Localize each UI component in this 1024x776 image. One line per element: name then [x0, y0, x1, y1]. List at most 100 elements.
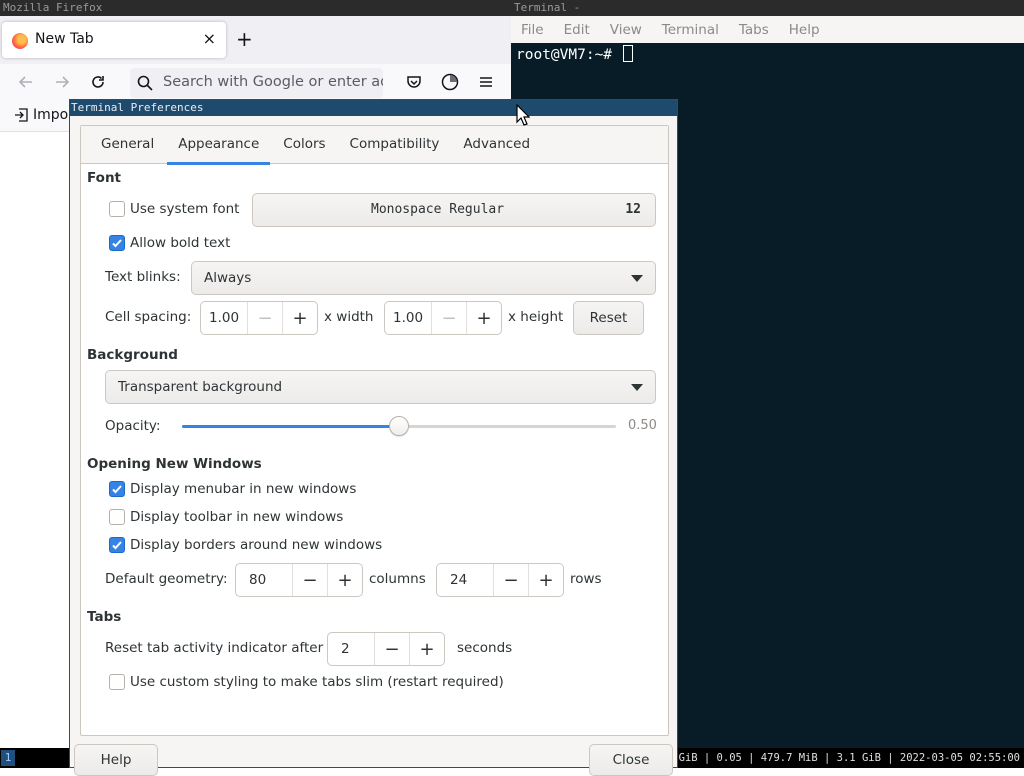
display-toolbar-checkbox[interactable]: Display toolbar in new windows: [109, 509, 343, 525]
mouse-pointer-icon: [516, 103, 531, 130]
close-button[interactable]: Close: [589, 744, 673, 776]
firefox-titlebar: Mozilla Firefox: [0, 0, 511, 16]
search-icon: [137, 75, 153, 95]
menu-file[interactable]: File: [521, 22, 544, 38]
prompt-text: root@VM7:~#: [516, 47, 621, 63]
text-blinks-combo[interactable]: Always: [191, 261, 656, 295]
menu-hamburger-icon[interactable]: [474, 70, 498, 94]
allow-bold-label: Allow bold text: [130, 235, 231, 251]
use-system-font-label: Use system font: [130, 201, 240, 217]
help-button[interactable]: Help: [74, 744, 158, 776]
opacity-slider-handle[interactable]: [389, 416, 409, 436]
checkbox-box: [109, 235, 125, 251]
forward-arrow-icon[interactable]: [50, 70, 74, 94]
font-name: Monospace Regular: [371, 202, 505, 217]
firefox-tabstrip: New Tab × +: [0, 16, 511, 64]
background-section-title: Background: [87, 347, 178, 363]
display-menubar-checkbox[interactable]: Display menubar in new windows: [109, 481, 356, 497]
reset-spacing-button[interactable]: Reset: [573, 301, 644, 335]
minus-icon[interactable]: −: [431, 302, 466, 334]
terminal-menubar: File Edit View Terminal Tabs Help: [511, 16, 1024, 43]
opacity-slider-fill: [182, 425, 399, 428]
menu-terminal[interactable]: Terminal: [662, 22, 719, 38]
plus-icon[interactable]: +: [409, 633, 444, 665]
tab-advanced[interactable]: Advanced: [452, 126, 541, 164]
menu-help[interactable]: Help: [789, 22, 820, 38]
reload-icon[interactable]: [86, 70, 110, 94]
display-borders-label: Display borders around new windows: [130, 537, 383, 553]
text-blinks-value: Always: [204, 270, 252, 286]
tab-general[interactable]: General: [90, 126, 165, 164]
columns-value[interactable]: 80: [236, 564, 292, 596]
cell-width-value[interactable]: 1.00: [201, 302, 247, 334]
checkbox-box: [109, 481, 125, 497]
checkbox-box: [109, 537, 125, 553]
import-icon: [15, 108, 28, 122]
minus-icon[interactable]: −: [292, 564, 327, 596]
slim-tabs-label: Use custom styling to make tabs slim (re…: [130, 674, 504, 690]
activity-seconds-spin[interactable]: 2 − +: [327, 632, 445, 666]
slim-tabs-checkbox[interactable]: Use custom styling to make tabs slim (re…: [109, 674, 504, 690]
columns-unit-label: columns: [369, 571, 426, 587]
plus-icon[interactable]: +: [327, 564, 362, 596]
display-menubar-label: Display menubar in new windows: [130, 481, 357, 497]
width-unit-label: x width: [324, 309, 374, 325]
terminal-titlebar: Terminal -: [511, 0, 1024, 16]
plus-icon[interactable]: +: [528, 564, 563, 596]
default-geometry-label: Default geometry:: [105, 571, 228, 587]
opacity-value: 0.50: [628, 418, 657, 433]
checkbox-box: [109, 509, 125, 525]
font-size: 12: [625, 202, 641, 217]
minus-icon[interactable]: −: [374, 633, 409, 665]
reset-activity-label: Reset tab activity indicator after: [105, 640, 324, 656]
tab-colors[interactable]: Colors: [272, 126, 336, 164]
dialog-titlebar[interactable]: Terminal Preferences: [70, 100, 677, 116]
check-icon: [112, 485, 122, 494]
system-status-text: 3.5 GiB | 0.05 | 479.7 MiB | 3.1 GiB | 2…: [653, 752, 1020, 764]
back-arrow-icon[interactable]: [14, 70, 38, 94]
menu-tabs[interactable]: Tabs: [739, 22, 769, 38]
cell-height-spin[interactable]: 1.00 − +: [384, 301, 502, 335]
plus-icon[interactable]: +: [282, 302, 317, 334]
checkbox-box: [109, 201, 125, 217]
display-borders-checkbox[interactable]: Display borders around new windows: [109, 537, 382, 553]
terminal-cursor: [622, 45, 633, 62]
menu-edit[interactable]: Edit: [564, 22, 590, 38]
font-chooser-button[interactable]: Monospace Regular 12: [252, 193, 656, 227]
preferences-dialog: Terminal Preferences General Appearance …: [69, 99, 678, 776]
tab-title: New Tab: [35, 31, 94, 47]
background-mode-combo[interactable]: Transparent background: [105, 370, 656, 404]
cell-width-spin[interactable]: 1.00 − +: [200, 301, 318, 335]
new-windows-section-title: Opening New Windows: [87, 456, 262, 472]
rows-unit-label: rows: [570, 571, 602, 587]
minus-icon[interactable]: −: [247, 302, 282, 334]
check-icon: [112, 239, 122, 248]
columns-spin[interactable]: 80 − +: [235, 563, 363, 597]
pocket-icon[interactable]: [402, 70, 426, 94]
dialog-notebook: General Appearance Colors Compatibility …: [80, 125, 669, 736]
display-toolbar-label: Display toolbar in new windows: [130, 509, 344, 525]
url-bar[interactable]: Search with Google or enter address: [130, 68, 383, 98]
font-section-title: Font: [87, 170, 122, 186]
account-icon[interactable]: [438, 70, 462, 94]
checkbox-box: [109, 674, 125, 690]
firefox-tab[interactable]: New Tab ×: [2, 22, 226, 58]
rows-spin[interactable]: 24 − +: [436, 563, 564, 597]
minus-icon[interactable]: −: [493, 564, 528, 596]
close-tab-icon[interactable]: ×: [203, 30, 216, 48]
new-tab-button[interactable]: +: [236, 28, 253, 50]
seconds-unit-label: seconds: [457, 640, 513, 656]
allow-bold-checkbox[interactable]: Allow bold text: [109, 235, 230, 251]
tab-appearance[interactable]: Appearance: [167, 126, 271, 165]
plus-icon[interactable]: +: [466, 302, 501, 334]
menu-view[interactable]: View: [610, 22, 642, 38]
cell-spacing-label: Cell spacing:: [105, 309, 192, 325]
workspace-indicator[interactable]: 1: [1, 750, 15, 766]
use-system-font-checkbox[interactable]: Use system font: [109, 201, 239, 217]
activity-seconds-value[interactable]: 2: [328, 633, 374, 665]
rows-value[interactable]: 24: [437, 564, 493, 596]
dropdown-arrow-icon: [631, 275, 643, 282]
tab-compatibility[interactable]: Compatibility: [339, 126, 451, 164]
cell-height-value[interactable]: 1.00: [385, 302, 431, 334]
background-mode-value: Transparent background: [118, 379, 283, 395]
